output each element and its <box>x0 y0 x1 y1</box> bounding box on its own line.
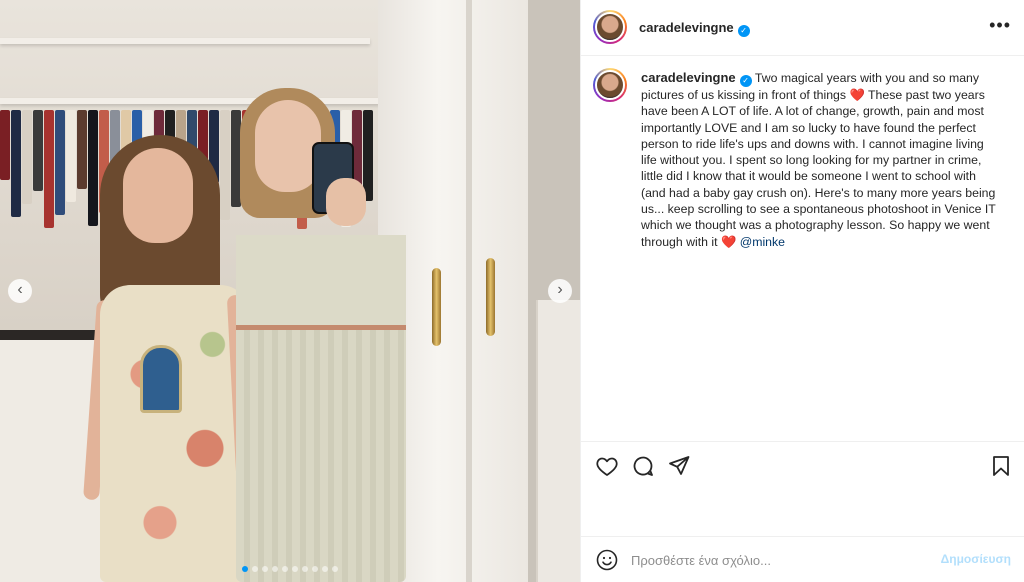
more-options-icon[interactable]: ••• <box>989 15 1011 35</box>
hanging-garment <box>0 110 10 180</box>
carousel-dot <box>312 566 318 572</box>
door-handle <box>432 268 441 346</box>
carousel-dot <box>322 566 328 572</box>
door-gap <box>466 0 472 582</box>
mention-link[interactable]: @minke <box>740 235 785 249</box>
hanging-garment <box>55 110 65 215</box>
comment-icon[interactable] <box>631 454 655 478</box>
carousel-prev-button[interactable]: ‹ <box>8 279 32 303</box>
person-right-dress <box>236 235 406 582</box>
carousel-dot <box>262 566 268 572</box>
carousel-indicator <box>0 566 580 572</box>
hand <box>326 178 366 226</box>
caption-username-link[interactable]: caradelevingne <box>641 70 736 85</box>
comment-bar: Δημοσίευση <box>581 536 1024 582</box>
carousel-dot <box>282 566 288 572</box>
caption-part-3: which we thought was a photography lesso… <box>641 218 990 249</box>
avatar[interactable] <box>593 10 627 44</box>
username-link[interactable]: caradelevingne <box>639 20 734 35</box>
door-handle <box>486 258 495 336</box>
carousel-dot <box>242 566 248 572</box>
hanging-garment <box>44 110 54 228</box>
caption-avatar[interactable] <box>593 68 627 102</box>
hanging-garment <box>33 110 43 191</box>
heart-icon[interactable] <box>595 454 619 478</box>
hanging-garment <box>77 110 87 189</box>
caption-text: caradelevingne ✓ Two magical years with y… <box>641 70 1001 250</box>
carousel-next-button[interactable]: › <box>548 279 572 303</box>
action-bar <box>581 441 1024 536</box>
carousel-dot <box>332 566 338 572</box>
caption-block: caradelevingne ✓ Two magical years with y… <box>581 56 1024 441</box>
header-user: caradelevingne ✓ <box>639 19 750 37</box>
venice-emoji-icon: ΙΤ <box>984 202 996 217</box>
hanging-garment <box>220 110 230 220</box>
person-left-dress <box>100 285 250 582</box>
heart-emoji-icon: ❤️ <box>849 88 865 102</box>
person-left-face <box>123 148 193 243</box>
heart-emoji-icon: ❤️ <box>720 234 737 249</box>
post-header: caradelevingne ✓ ••• <box>581 0 1024 56</box>
verified-badge-icon: ✓ <box>739 75 752 87</box>
hanging-garment <box>22 110 32 204</box>
post-details-panel: caradelevingne ✓ ••• caradelevingne ✓ Two … <box>580 0 1024 582</box>
carousel-dot <box>252 566 258 572</box>
hanging-garment <box>66 110 76 202</box>
post-photo[interactable]: ‹ › <box>0 0 580 582</box>
hanging-garment <box>363 110 373 201</box>
carousel-dot <box>272 566 278 572</box>
carousel-dot <box>302 566 308 572</box>
bookmark-icon[interactable] <box>989 454 1013 478</box>
post-comment-button[interactable]: Δημοσίευση <box>941 552 1011 566</box>
carousel-dot <box>292 566 298 572</box>
verified-badge-icon: ✓ <box>737 25 750 37</box>
closet-shelf <box>0 38 370 44</box>
smiley-icon[interactable] <box>595 548 619 572</box>
comment-input[interactable] <box>631 550 931 570</box>
send-icon[interactable] <box>667 454 691 478</box>
hanging-garment <box>11 110 21 217</box>
hanging-garment <box>88 110 98 226</box>
dress-icon-patch <box>140 345 182 413</box>
caption-part-2: These past two years have been A LOT of … <box>641 88 996 217</box>
